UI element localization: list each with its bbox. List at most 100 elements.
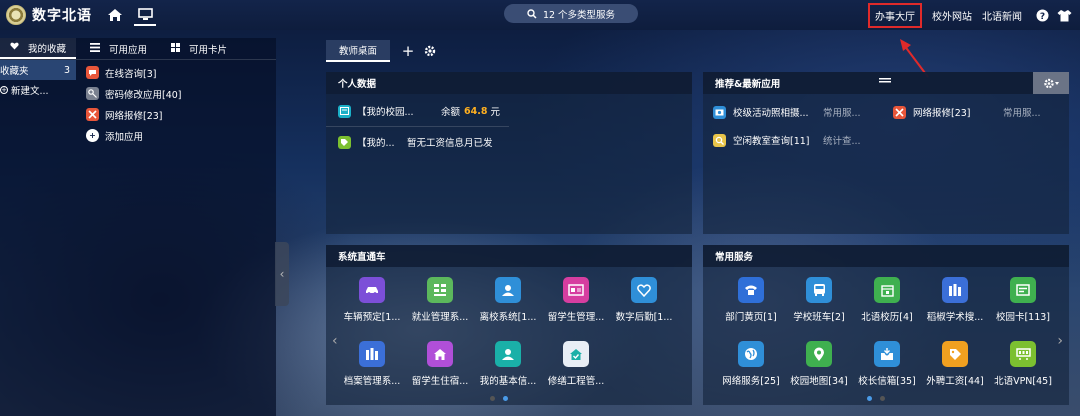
carousel-prev-icon[interactable]: ‹ [332,333,338,349]
tile-label: 部门黄页[1] [725,312,777,323]
tile-academic-search[interactable]: 稻椒学术搜... [921,277,989,341]
drag-handle-icon[interactable] [879,78,891,85]
card-icon [338,104,351,118]
carousel-next-icon[interactable]: › [1057,333,1063,349]
common-services-card: 常用服务 › 部门黄页[1] 学校班车[2] 北语校历[4] 稻椒学术搜... [703,245,1069,405]
tile-calendar[interactable]: 北语校历[4] [853,277,921,341]
tile-label: 校园卡[113] [995,312,1051,323]
rec-category: 统计查... [823,136,861,147]
panel-collapse-handle[interactable]: ‹ [275,242,289,306]
tab-label: 可用应用 [109,44,148,56]
service-search-button[interactable]: 12 个多类型服务 [504,4,638,23]
id-card-icon [563,277,589,303]
tile-label: 校园地图[34] [790,376,848,387]
carousel-dot-active[interactable] [867,396,872,401]
add-app-button[interactable]: + 添加应用 [86,125,182,146]
tile-vehicle-booking[interactable]: 车辆预定[1... [338,277,406,341]
tile-leave-school[interactable]: 离校系统[1... [474,277,542,341]
favorites-folder-list: 收藏夹 3 + 新建文... [0,60,76,146]
logo[interactable]: 数字北语 [6,5,92,25]
tile-phonebook[interactable]: 部门黄页[1] [717,277,785,341]
app-password-change[interactable]: 密码修改应用[40] [86,83,182,104]
calendar-icon [874,277,900,303]
gear-icon [1044,78,1059,88]
svg-text:?: ? [1039,12,1044,22]
tools-icon [86,108,99,121]
card-title: 常用服务 [703,245,1069,267]
rec-item[interactable]: 空闲教室查询[11] 统计查... [703,126,883,154]
heart-check-icon [631,277,657,303]
tile-campus-card[interactable]: 校园卡[113] [989,277,1057,341]
tile-archives[interactable]: 档案管理系... [338,341,406,405]
search-label: 12 个多类型服务 [542,9,616,21]
link-service-hall[interactable]: 办事大厅 [868,2,922,28]
inbox-icon [874,341,900,367]
campus-card-balance[interactable]: 【我的校园... 余额 64.8 元 [326,96,692,126]
help-icon[interactable]: ? [1034,7,1050,23]
tile-external-salary[interactable]: 外聘工资[44] [921,341,989,405]
rec-item[interactable]: 校级活动照相摄... 常用服... [703,98,883,126]
tile-school-bus[interactable]: 学校班车[2] [785,277,853,341]
chevron-left-icon: ‹ [279,267,285,281]
app-label: 添加应用 [105,131,144,143]
carousel-dot[interactable] [880,396,885,401]
add-tab-icon[interactable]: + [398,41,418,61]
tab-my-favorites[interactable]: 我的收藏 [0,38,77,59]
system-express-card: 系统直通车 ‹ 车辆预定[1... 就业管理系... 离校系统[1... 留学生… [326,245,692,405]
carousel-dot-active[interactable] [503,396,508,401]
house-icon [427,341,453,367]
rec-name: 空闲教室查询[11] [733,136,810,147]
carousel-dot[interactable] [490,396,495,401]
folder-favorites[interactable]: 收藏夹 3 [0,60,76,80]
tile-label: 离校系统[1... [479,312,537,323]
app-online-consult[interactable]: 在线咨询[3] [86,62,182,83]
carousel-dots [863,396,889,401]
personal-data-card: 个人数据 【我的校园... 余额 64.8 元 【我的... 暂无工资信息月已发 [326,72,692,234]
camera-icon [713,105,726,119]
recommended-apps-card: 推荐&最新应用 校级活动照相摄... 常用服... 网络报修[23] 常用服..… [703,72,1069,234]
tab-available-apps[interactable]: 可用应用 [76,38,157,59]
link-external-sites[interactable]: 校外网站 [932,8,972,23]
service-tiles: 部门黄页[1] 学校班车[2] 北语校历[4] 稻椒学术搜... 校园卡[113… [703,267,1069,405]
folder-new[interactable]: + 新建文... [0,80,76,100]
workspace-tabs: 教师桌面 + [326,40,440,62]
tile-digital-logistics[interactable]: 数字后勤[1... [610,277,678,341]
salary-info[interactable]: 【我的... 暂无工资信息月已发 [326,127,692,157]
folder-count: 3 [63,64,70,76]
tile-repair-projects[interactable]: 修缮工程管... [542,341,610,405]
card-title: 个人数据 [326,72,692,94]
rec-category: 常用服... [1003,108,1041,119]
link-news[interactable]: 北语新闻 [982,8,1022,23]
tile-label: 北语VPN[45] [994,376,1052,387]
card-settings-button[interactable] [1033,72,1069,94]
home-icon[interactable] [104,4,126,26]
tile-employment[interactable]: 就业管理系... [406,277,474,341]
left-panel: 我的收藏 可用应用 可用卡片 收藏夹 3 + 新建文... 在线咨询[3] 密码… [0,38,276,416]
gear-icon[interactable] [420,41,440,61]
card-icon [1010,277,1036,303]
vpn-icon [1010,341,1036,367]
car-icon [359,277,385,303]
salary-text: 暂无工资信息月已发 [407,138,493,149]
tab-teacher-desktop[interactable]: 教师桌面 [326,40,391,62]
tab-available-cards[interactable]: 可用卡片 [157,38,237,59]
tile-intl-students[interactable]: 留学生管理... [542,277,610,341]
carousel-dots [486,396,512,401]
tile-vpn[interactable]: 北语VPN[45] [989,341,1057,405]
tile-network-service[interactable]: 网络服务[25] [717,341,785,405]
tile-campus-map[interactable]: 校园地图[34] [785,341,853,405]
grid-icon [427,277,453,303]
desktop-icon[interactable] [134,4,156,26]
app-network-repair[interactable]: 网络报修[23] [86,104,182,125]
skin-shirt-icon[interactable] [1056,7,1072,23]
tile-label: 车辆预定[1... [343,312,401,323]
tools-icon [893,105,906,119]
tile-label: 数字后勤[1... [615,312,673,323]
person-icon [495,277,521,303]
rec-name: 网络报修[23] [913,108,971,119]
house-check-icon [563,341,589,367]
plus-icon: + [86,129,99,142]
tag-icon [942,341,968,367]
tile-intl-housing[interactable]: 留学生住宿... [406,341,474,405]
rec-item[interactable]: 网络报修[23] 常用服... [883,98,1063,126]
